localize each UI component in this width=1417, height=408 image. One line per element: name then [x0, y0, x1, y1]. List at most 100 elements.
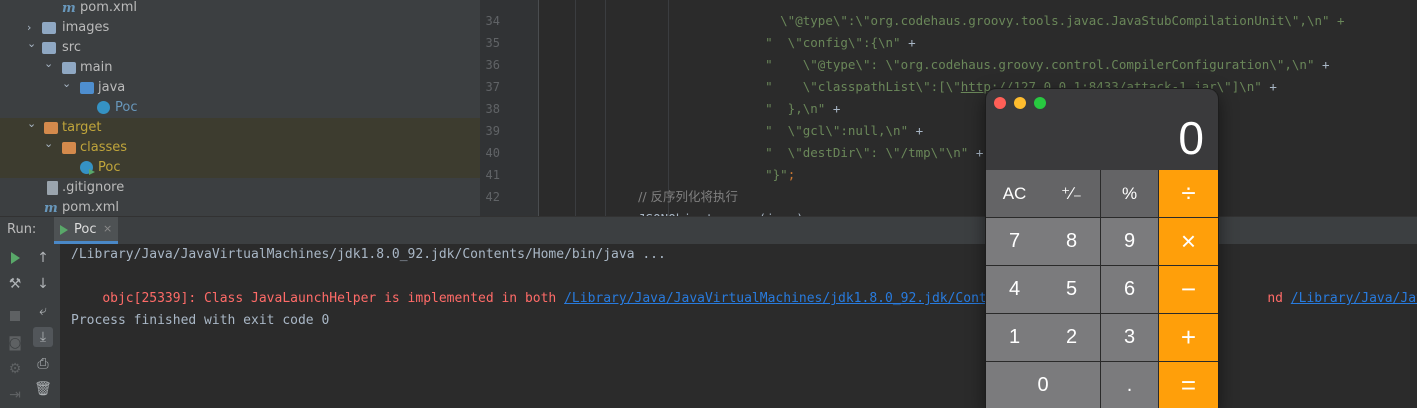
chevron-down-icon[interactable]: ⌄	[62, 74, 72, 94]
digit-7-button[interactable]: 7	[986, 218, 1044, 266]
tree-item-gitignore[interactable]: .gitignore	[0, 178, 480, 198]
run-tab-label: Poc	[74, 222, 97, 237]
screenshot-button[interactable]: ◙	[5, 333, 25, 353]
digit-4-button[interactable]: 4	[986, 266, 1044, 314]
tree-item-src[interactable]: ⌄ src	[0, 37, 480, 58]
calculator-display: 0	[1178, 112, 1204, 164]
code-line-41: // 反序列化将执行	[608, 164, 738, 204]
folder-icon	[42, 22, 56, 34]
console-line-error-tail: nd /Library/Java/JavaVirtu	[1236, 266, 1417, 306]
chevron-down-icon[interactable]: ⌄	[27, 34, 37, 54]
digit-1-button[interactable]: 1	[986, 314, 1044, 362]
source-folder-icon	[80, 82, 94, 94]
line-number: 37	[485, 80, 500, 94]
chevron-down-icon[interactable]: ⌄	[27, 114, 37, 134]
line-number: 40	[485, 146, 500, 160]
minimize-window-button[interactable]	[1014, 97, 1026, 109]
tree-item-main[interactable]: ⌄ main	[0, 57, 480, 78]
tree-item-classes[interactable]: ⌄ classes	[0, 137, 480, 158]
console-line-exit: Process finished with exit code 0	[71, 313, 330, 328]
git-file-icon	[47, 181, 58, 195]
folder-icon	[62, 62, 76, 74]
code-line-33: \"@type\":\"org.codehaus.groovy.tools.ja…	[765, 13, 1345, 28]
code-editor[interactable]: \"@type\":\"org.codehaus.groovy.tools.ja…	[539, 0, 1417, 226]
console-line-command: /Library/Java/JavaVirtualMachines/jdk1.8…	[71, 247, 666, 262]
settings-gear-button[interactable]: ⚙	[5, 359, 25, 379]
line-number: 35	[485, 36, 500, 50]
equals-button[interactable]: =	[1159, 362, 1218, 408]
digit-9-button[interactable]: 9	[1101, 218, 1159, 266]
all-clear-button[interactable]: AC	[986, 170, 1044, 218]
digit-6-button[interactable]: 6	[1101, 266, 1159, 314]
calculator-window[interactable]: 0 AC ⁺∕₋ % ÷ 7 8 9 × 4 5 6 − 1 2 3 + 0 .…	[986, 89, 1218, 408]
maven-file-icon: m	[62, 1, 76, 16]
digit-8-button[interactable]: 8	[1043, 218, 1101, 266]
subtract-button[interactable]: −	[1159, 266, 1218, 314]
code-line-40: "}";	[765, 167, 796, 182]
indent-guide	[605, 0, 606, 216]
stop-icon	[10, 311, 20, 321]
tree-item-poc-compiled[interactable]: Poc	[0, 158, 480, 178]
console-path-link[interactable]: /Library/Java/JavaVirtu	[1291, 291, 1417, 306]
run-panel-title: Run:	[7, 222, 37, 237]
chevron-down-icon[interactable]: ⌄	[44, 134, 54, 154]
scroll-to-end-icon: ⤓	[39, 329, 47, 345]
line-number: 41	[485, 168, 500, 182]
indent-guide	[575, 0, 576, 216]
runnable-class-icon	[80, 161, 95, 175]
code-line-35: " \"@type\": \"org.codehaus.groovy.contr…	[765, 57, 1330, 72]
close-tab-icon[interactable]: ×	[103, 222, 112, 235]
tree-item-pom-xml-root[interactable]: m pom.xml	[0, 198, 480, 216]
excluded-folder-icon	[44, 122, 58, 134]
decimal-button[interactable]: .	[1101, 362, 1159, 408]
run-toolbar: ↑ ⚒ ↓ ⤶ ◙ ⤓ ⚙ ⎙ ⇥ 🗑	[0, 244, 60, 408]
soft-wrap-icon: ⤶	[39, 303, 47, 319]
scroll-up-button[interactable]: ↑	[33, 248, 53, 268]
digit-0-button[interactable]: 0	[986, 362, 1101, 408]
line-number: 38	[485, 102, 500, 116]
clear-button[interactable]: 🗑	[33, 379, 53, 399]
settings-button[interactable]: ⚒	[5, 274, 25, 294]
add-button[interactable]: +	[1159, 314, 1218, 362]
login-button[interactable]: ⇥	[5, 385, 25, 405]
zoom-window-button[interactable]	[1034, 97, 1046, 109]
chevron-down-icon[interactable]: ⌄	[44, 54, 54, 74]
code-line-37: " },\n" +	[765, 101, 841, 116]
line-number: 36	[485, 58, 500, 72]
rerun-button[interactable]	[5, 248, 25, 268]
arrow-down-icon: ↓	[37, 276, 49, 292]
sign-toggle-button[interactable]: ⁺∕₋	[1043, 170, 1101, 218]
scroll-down-button[interactable]: ↓	[33, 274, 53, 294]
code-line-42: JSONObject.parse(json);	[608, 186, 811, 226]
digit-5-button[interactable]: 5	[1043, 266, 1101, 314]
camera-icon: ◙	[8, 335, 22, 351]
line-number: 42	[485, 190, 500, 204]
code-line-34: " \"config\":{\n" +	[765, 35, 916, 50]
arrow-up-icon: ↑	[37, 250, 49, 266]
digit-2-button[interactable]: 2	[1043, 314, 1101, 362]
stop-button[interactable]	[5, 306, 25, 326]
run-tab-poc[interactable]: Poc ×	[54, 217, 118, 244]
folder-icon	[42, 42, 56, 54]
run-config-icon	[60, 225, 68, 235]
scroll-to-end-button[interactable]: ⤓	[33, 327, 53, 347]
tree-item-java[interactable]: ⌄ java	[0, 77, 480, 98]
divide-button[interactable]: ÷	[1159, 170, 1218, 218]
tree-item-target[interactable]: ⌄ target	[0, 117, 480, 138]
percent-button[interactable]: %	[1101, 170, 1159, 218]
gear-icon: ⚙	[8, 361, 22, 377]
line-number: 39	[485, 124, 500, 138]
soft-wrap-button[interactable]: ⤶	[33, 301, 53, 321]
print-button[interactable]: ⎙	[33, 354, 53, 374]
code-line-36: " \"classpathList\":[\"http://127.0.0.1:…	[765, 79, 1277, 94]
close-window-button[interactable]	[994, 97, 1006, 109]
tree-item-pom-xml-module[interactable]: m pom.xml	[0, 0, 480, 18]
tree-item-poc-source[interactable]: Poc	[0, 98, 480, 118]
digit-3-button[interactable]: 3	[1101, 314, 1159, 362]
trash-icon: 🗑	[34, 381, 52, 397]
multiply-button[interactable]: ×	[1159, 218, 1218, 266]
project-tree: m pom.xml › images ⌄ src ⌄ main ⌄ java P…	[0, 0, 480, 216]
console-path-link[interactable]: /Library/Java/JavaVirtualMachines/jdk1.8…	[564, 291, 1018, 306]
editor-gutter: 34 35 36 37 38 39 40 41 42	[480, 0, 538, 216]
tree-item-images[interactable]: › images	[0, 18, 480, 38]
